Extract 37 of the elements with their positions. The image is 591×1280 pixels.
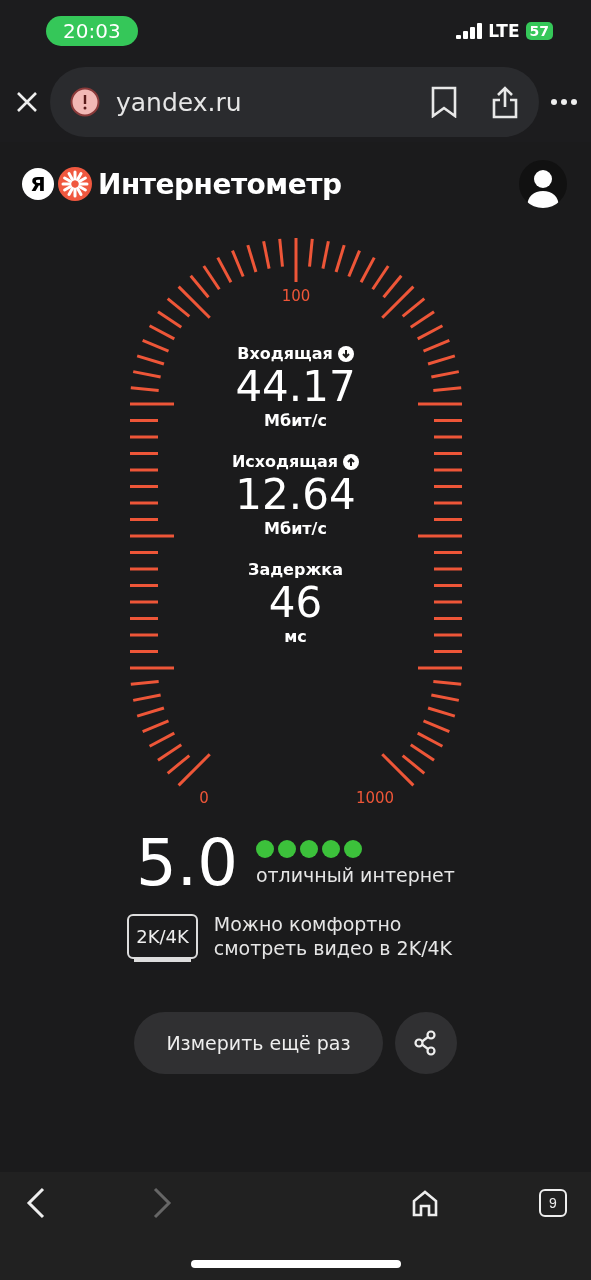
resolution-badge: 2K/4K <box>127 913 198 959</box>
avatar-button[interactable] <box>519 160 567 208</box>
home-button[interactable] <box>411 1189 439 1217</box>
metric-unit: Мбит/с <box>264 519 327 538</box>
share-button[interactable] <box>491 85 519 119</box>
page-title: Интернетометр <box>98 167 343 201</box>
quality-text: Можно комфортно смотреть видео в 2K/4K <box>213 912 454 960</box>
url-text: yandex.ru <box>116 87 243 117</box>
retry-button[interactable]: Измерить ещё раз <box>134 1012 383 1074</box>
metric-value: 44.17 <box>235 363 356 411</box>
scale-label: 0 <box>199 789 209 807</box>
close-button[interactable] <box>16 91 38 113</box>
metric-unit: Мбит/с <box>264 411 327 430</box>
metric-unit: мс <box>284 627 307 646</box>
address-bar[interactable]: yandex.ru <box>50 67 539 137</box>
rating-text: отличный интернет <box>255 864 455 886</box>
warning-icon <box>70 87 100 117</box>
metric-label: Входящая <box>237 344 333 363</box>
arrow-down-icon <box>337 345 354 362</box>
arrow-up-icon <box>343 453 360 470</box>
battery-level: 57 <box>525 22 553 40</box>
metric-value: 46 <box>268 579 323 627</box>
bookmark-button[interactable] <box>431 86 457 118</box>
network-type: LTE <box>488 21 520 41</box>
rating-score: 5.0 <box>136 828 238 898</box>
tabs-button[interactable]: 9 <box>539 1189 567 1217</box>
more-button[interactable] <box>551 99 577 105</box>
scale-label: 1000 <box>355 789 395 807</box>
signal-icon <box>456 23 483 39</box>
starburst-logo-icon <box>58 167 92 201</box>
metric-label: Задержка <box>248 560 343 579</box>
scale-label: 100 <box>281 287 311 305</box>
metric-label: Исходящая <box>231 452 339 471</box>
yandex-logo: Я <box>22 168 54 200</box>
status-time: 20:03 <box>46 16 138 46</box>
metric-value: 12.64 <box>235 471 356 519</box>
back-button[interactable] <box>26 1187 46 1219</box>
